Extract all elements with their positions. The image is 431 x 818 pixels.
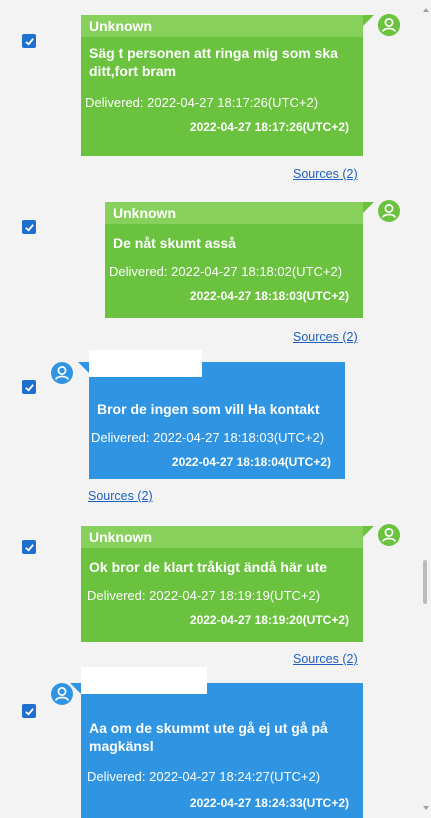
bubble-tail [363, 202, 374, 213]
sender-name-redacted [81, 667, 207, 694]
message-2-delivered: Delivered: 2022-04-27 18:18:02(UTC+2) [109, 264, 343, 279]
scroll-down-arrow-icon[interactable] [423, 806, 429, 810]
message-3-timestamp: 2022-04-27 18:18:04(UTC+2) [171, 455, 331, 469]
message-1-checkbox[interactable] [22, 34, 36, 48]
scrollbar-thumb[interactable] [423, 560, 427, 604]
bubble-tail [78, 362, 89, 373]
user-avatar-icon [51, 362, 73, 384]
message-5-delivered: Delivered: 2022-04-27 18:24:27(UTC+2) [87, 769, 321, 784]
message-4-avatar [378, 524, 400, 546]
message-2: Unknown De nåt skumt asså Delivered: 202… [0, 200, 420, 350]
message-2-checkbox[interactable] [22, 220, 36, 234]
message-1-bubble: Unknown Säg t personen att ringa mig som… [81, 15, 374, 156]
message-3-sources-link[interactable]: Sources (2) [88, 489, 153, 503]
message-5-bubble: Aa om de skummt ute gå ej ut gå på magkä… [70, 667, 363, 818]
user-avatar-icon [378, 200, 400, 222]
message-2-sources-link[interactable]: Sources (2) [293, 330, 358, 344]
message-4-text: Ok bror de klart tråkigt ändå här ute [89, 559, 328, 575]
bubble-tail [363, 526, 374, 537]
vertical-scrollbar[interactable] [421, 0, 431, 818]
user-avatar-icon [378, 14, 400, 36]
message-5: Aa om de skummt ute gå ej ut gå på magkä… [0, 667, 420, 818]
message-2-avatar [378, 200, 400, 222]
message-1-timestamp: 2022-04-27 18:17:26(UTC+2) [189, 120, 349, 134]
message-4-delivered: Delivered: 2022-04-27 18:19:19(UTC+2) [87, 588, 321, 603]
message-1-delivered: Delivered: 2022-04-27 18:17:26(UTC+2) [85, 95, 319, 110]
message-3-checkbox[interactable] [22, 380, 36, 394]
checkmark-icon [24, 223, 34, 232]
message-2-sender: Unknown [105, 202, 363, 224]
message-4-sources-link[interactable]: Sources (2) [293, 652, 358, 666]
message-4-sender: Unknown [81, 526, 363, 548]
scroll-up-arrow-icon[interactable] [423, 8, 429, 12]
message-1-avatar [378, 14, 400, 36]
checkmark-icon [24, 37, 34, 46]
message-1-sender: Unknown [81, 15, 363, 37]
message-3-bubble: Bror de ingen som vill Ha kontakt Delive… [78, 350, 345, 479]
message-4-bubble: Unknown Ok bror de klart tråkigt ändå hä… [81, 526, 374, 642]
message-5-checkbox[interactable] [22, 704, 36, 718]
message-1-text: Säg t personen att ringa mig som ska dit… [89, 45, 338, 79]
message-2-text: De nåt skumt asså [113, 235, 236, 251]
message-4-timestamp: 2022-04-27 18:19:20(UTC+2) [189, 613, 349, 627]
sender-name-redacted [89, 350, 202, 377]
message-1: Unknown Säg t personen att ringa mig som… [0, 0, 420, 185]
message-3-avatar [51, 362, 73, 384]
message-3: Bror de ingen som vill Ha kontakt Delive… [0, 350, 420, 515]
message-5-timestamp: 2022-04-27 18:24:33(UTC+2) [189, 796, 349, 810]
bubble-tail [70, 683, 81, 694]
message-2-bubble: Unknown De nåt skumt asså Delivered: 202… [105, 202, 374, 318]
message-4: Unknown Ok bror de klart tråkigt ändå hä… [0, 520, 420, 670]
message-4-checkbox[interactable] [22, 540, 36, 554]
message-1-sources-link[interactable]: Sources (2) [293, 167, 358, 181]
checkmark-icon [24, 383, 34, 392]
user-avatar-icon [378, 524, 400, 546]
checkmark-icon [24, 543, 34, 552]
message-3-delivered: Delivered: 2022-04-27 18:18:03(UTC+2) [91, 430, 325, 445]
checkmark-icon [24, 707, 34, 716]
bubble-tail [363, 15, 374, 26]
message-2-timestamp: 2022-04-27 18:18:03(UTC+2) [189, 289, 349, 303]
